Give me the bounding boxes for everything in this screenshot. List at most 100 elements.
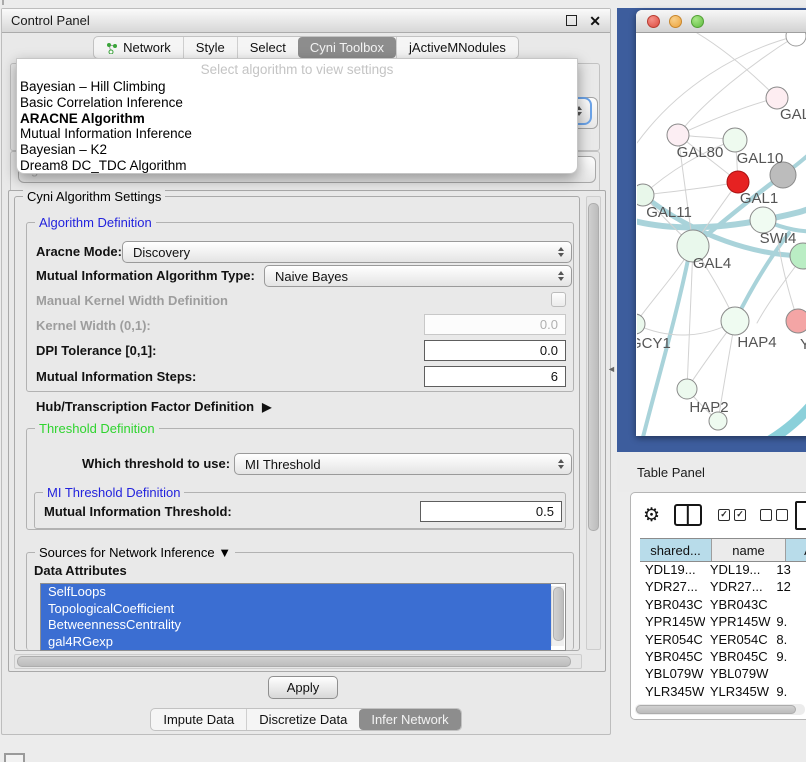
which-threshold-select[interactable]: MI Threshold [234,453,572,475]
table-cell: YPR145W [640,613,705,630]
tab-infer-network-label: Infer Network [371,712,448,727]
node-label-hap2: HAP2 [689,399,728,416]
combo-arrows-icon [558,271,564,281]
dpi-tolerance-field[interactable]: 0.0 [424,340,566,361]
mi-type-select[interactable]: Naive Bayes [264,265,572,287]
settings-horizontal-thumb[interactable] [17,656,571,667]
unchecked-column-icon[interactable] [760,509,772,521]
splitter-collapse-icon[interactable]: ◄ [607,364,616,374]
table-row[interactable]: YIL052CYIL052C9. [640,700,806,702]
checked-column-icon[interactable]: ✓ [734,509,746,521]
float-panel-icon[interactable] [566,15,577,26]
control-panel-title: Control Panel [11,13,566,28]
minimized-panel-icon[interactable] [4,753,25,762]
network-edge[interactable] [697,33,777,98]
tab-cyni-toolbox[interactable]: Cyni Toolbox [298,37,396,58]
table-cell: 12 [771,578,806,595]
checked-column-icon[interactable]: ✓ [718,509,730,521]
gear-icon[interactable]: ⚙ [643,504,660,527]
kernel-width-field[interactable]: 0.0 [424,314,566,335]
attribute-selfloops[interactable]: SelfLoops [41,584,551,601]
node-gcy1[interactable] [637,314,645,334]
network-edge[interactable] [678,98,777,135]
settings-vertical-scrollbar[interactable] [586,196,601,650]
network-canvas[interactable]: GALGAL80GAL10GAL1GAL11SWI4GAL4GCY1HAP4YH… [637,33,806,436]
settings-horizontal-scrollbar[interactable] [14,654,582,669]
hub-definition-toggle[interactable]: Hub/Transcription Factor Definition▶ [36,399,271,415]
tab-infer-network[interactable]: Infer Network [359,709,460,730]
node-label-gal4: GAL4 [693,255,731,272]
node-label-gal11: GAL11 [646,204,692,221]
table-horizontal-thumb[interactable] [636,705,796,714]
attribute-topologicalcoefficient[interactable]: TopologicalCoefficient [41,601,551,618]
tab-network[interactable]: Network [94,37,183,58]
algorithm-option-mutual-information-inference[interactable]: Mutual Information Inference [17,126,577,142]
table-cell: YIL052C [640,700,705,702]
table-panel-bar: Table Panel [617,452,806,492]
algorithm-option-basic-correlation-inference[interactable]: Basic Correlation Inference [17,95,577,111]
column-header-shared[interactable]: shared... [640,539,712,561]
algorithm-option-aracne-algorithm[interactable]: ARACNE Algorithm [17,111,577,127]
cyni-algorithm-settings-group: Cyni Algorithm Settings Algorithm Defini… [14,196,580,651]
close-window-icon[interactable] [647,15,660,28]
table-row[interactable]: YDL19...YDL19...13 [640,561,806,578]
aracne-mode-select[interactable]: Discovery [122,241,572,263]
tab-jactivemnodules-label: jActiveMNodules [409,40,506,55]
app-root: Control Panel ✕ NetworkStyleSelect Cyni T… [0,0,806,762]
node-gal80[interactable] [667,124,689,146]
sources-title[interactable]: Sources for Network Inference ▼ [35,545,235,560]
network-edge[interactable] [637,321,735,335]
table-row[interactable]: YER054CYER054C8. [640,631,806,648]
split-column-icon[interactable] [674,504,702,526]
table-row[interactable]: YBL079WYBL079W [640,665,806,682]
close-icon[interactable]: ✕ [589,14,601,28]
node-gal10[interactable] [723,128,747,152]
unchecked-column-icon[interactable] [776,509,788,521]
table-row[interactable]: YBR045CYBR045C9. [640,648,806,665]
tab-select[interactable]: Select [237,37,298,58]
column-header-a[interactable]: A [786,539,806,561]
data-attributes-list[interactable]: SelfLoopsTopologicalCoefficientBetweenne… [40,583,566,651]
aracne-mode-label: Aracne Mode: [36,244,122,260]
attributes-scrollbar[interactable] [551,586,564,646]
tab-jactivemnodules[interactable]: jActiveMNodules [396,37,518,58]
mi-steps-field[interactable]: 6 [424,366,566,387]
column-header-name[interactable]: name [712,539,786,561]
tab-style[interactable]: Style [183,37,237,58]
attribute-betweennesscentrality[interactable]: BetweennessCentrality [41,617,551,634]
node-label-hap4: HAP4 [737,334,776,351]
attribute-gal4rgexp[interactable]: gal4RGexp [41,634,551,651]
node-hap4[interactable] [721,307,749,335]
algorithm-option-bayesian-hill-climbing[interactable]: Bayesian – Hill Climbing [17,79,577,95]
algorithm-option-bayesian-k2[interactable]: Bayesian – K2 [17,142,577,158]
document-icon[interactable] [795,501,806,530]
manual-kernel-checkbox[interactable] [551,292,566,307]
apply-button[interactable]: Apply [268,676,338,699]
network-edge[interactable] [678,36,796,135]
table-horizontal-scrollbar[interactable] [635,704,805,715]
tab-impute-data[interactable]: Impute Data [151,709,246,730]
node-gal11[interactable] [637,184,654,206]
table-row[interactable]: YBR043CYBR043C [640,596,806,613]
corner-tick [2,0,4,5]
table-row[interactable]: YPR145WYPR145W9. [640,613,806,630]
node-y[interactable] [786,309,806,333]
combo-arrows-icon [558,459,564,469]
node-unlabeled[interactable] [786,33,806,46]
attributes-scroll-thumb[interactable] [553,587,564,641]
tab-cyni-toolbox-label: Cyni Toolbox [310,40,384,55]
node-hap2[interactable] [677,379,697,399]
network-edge[interactable] [755,391,806,436]
algorithm-option-dream8-dc-tdc-algorithm[interactable]: Dream8 DC_TDC Algorithm [17,158,577,174]
network-edge[interactable] [643,182,738,195]
zoom-window-icon[interactable] [691,15,704,28]
mi-threshold-label: Mutual Information Threshold: [44,504,232,520]
mi-threshold-field[interactable]: 0.5 [420,501,562,522]
table-cell [771,665,806,682]
settings-vertical-thumb[interactable] [588,203,599,531]
table-row[interactable]: YDR27...YDR27...12 [640,578,806,595]
node-label-gcy1: GCY1 [637,335,671,352]
tab-discretize-data[interactable]: Discretize Data [246,709,359,730]
table-row[interactable]: YLR345WYLR345W9. [640,683,806,700]
minimize-window-icon[interactable] [669,15,682,28]
